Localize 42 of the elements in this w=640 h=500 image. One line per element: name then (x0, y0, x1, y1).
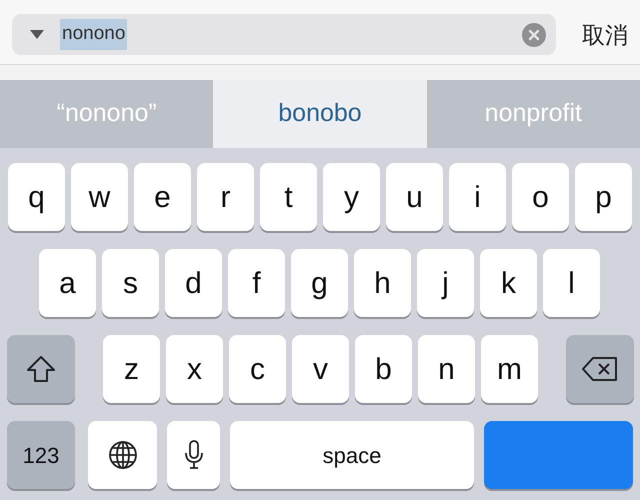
letter-key[interactable]: z (103, 335, 160, 403)
letter-key[interactable]: s (102, 249, 159, 317)
search-text: nonono (60, 19, 128, 50)
letter-key[interactable]: e (134, 163, 191, 231)
letter-key[interactable]: q (8, 163, 65, 231)
space-key[interactable]: space (230, 421, 474, 489)
letter-key[interactable]: a (39, 249, 96, 317)
letter-key[interactable]: c (229, 335, 286, 403)
letter-key[interactable]: r (197, 163, 254, 231)
letter-key[interactable]: p (575, 163, 632, 231)
letter-key[interactable]: d (165, 249, 222, 317)
letter-key[interactable]: k (480, 249, 537, 317)
letter-key[interactable]: y (323, 163, 380, 231)
microphone-icon (184, 440, 202, 470)
letter-key[interactable]: b (355, 335, 412, 403)
microphone-key[interactable] (167, 421, 220, 489)
letter-key[interactable]: t (260, 163, 317, 231)
suggestion-tab[interactable]: bonobo (213, 80, 427, 148)
delete-key[interactable] (566, 335, 634, 403)
letter-key[interactable]: i (449, 163, 506, 231)
letter-key[interactable]: x (166, 335, 223, 403)
letter-key[interactable]: j (417, 249, 474, 317)
letter-key[interactable]: g (291, 249, 348, 317)
shift-key[interactable] (7, 335, 75, 403)
letter-key[interactable]: h (354, 249, 411, 317)
globe-icon (108, 440, 138, 470)
search-field[interactable]: nonono (12, 14, 556, 55)
number-mode-key[interactable]: 123 (7, 421, 75, 489)
letter-key[interactable]: n (418, 335, 475, 403)
clear-icon[interactable] (522, 22, 546, 46)
letter-key[interactable]: v (292, 335, 349, 403)
letter-key[interactable]: l (543, 249, 600, 317)
shift-icon (26, 355, 56, 383)
delete-icon (581, 356, 619, 382)
dropdown-icon[interactable] (30, 30, 44, 39)
letter-key[interactable]: w (71, 163, 128, 231)
letter-key[interactable]: u (386, 163, 443, 231)
cancel-button[interactable]: 取消 (582, 18, 628, 52)
letter-key[interactable]: o (512, 163, 569, 231)
letter-key[interactable]: f (228, 249, 285, 317)
letter-key[interactable]: m (481, 335, 538, 403)
globe-key[interactable] (88, 421, 157, 489)
